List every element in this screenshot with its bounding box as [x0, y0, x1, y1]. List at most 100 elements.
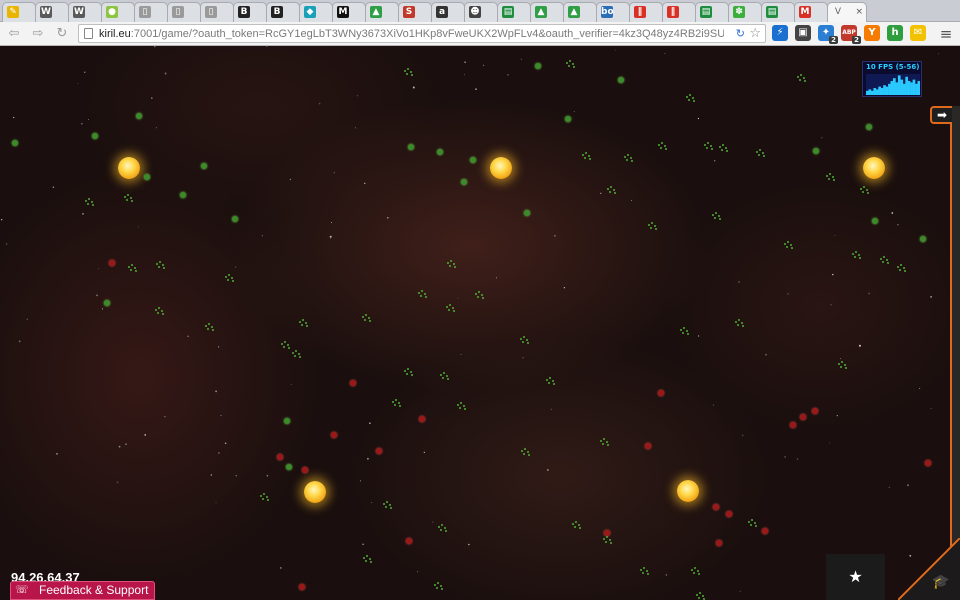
- sun-planet[interactable]: [863, 157, 885, 179]
- forward-icon[interactable]: ⇨: [30, 26, 46, 42]
- enemy-unit[interactable]: [406, 538, 412, 544]
- friendly-unit[interactable]: [136, 113, 142, 119]
- enemy-unit[interactable]: [762, 528, 768, 534]
- enemy-unit[interactable]: [925, 460, 931, 466]
- enemy-unit[interactable]: [812, 408, 818, 414]
- friendly-unit[interactable]: [461, 179, 467, 185]
- fps-bar: [883, 85, 886, 95]
- enemy-unit[interactable]: [302, 467, 308, 473]
- favorite-star-button[interactable]: ★: [826, 554, 885, 600]
- browser-tab[interactable]: ✽: [728, 2, 762, 22]
- bookmark-star-icon[interactable]: ☆: [749, 26, 761, 41]
- friendly-unit[interactable]: [470, 157, 476, 163]
- back-icon[interactable]: ⇦: [6, 26, 22, 42]
- enemy-unit[interactable]: [376, 448, 382, 454]
- feather-icon[interactable]: ⚡: [772, 25, 788, 41]
- friendly-unit[interactable]: [232, 216, 238, 222]
- friendly-unit[interactable]: [284, 418, 290, 424]
- browser-tab[interactable]: ▯: [167, 2, 201, 22]
- enemy-unit[interactable]: [790, 422, 796, 428]
- asteroid: [647, 573, 649, 575]
- h-icon[interactable]: h: [887, 25, 903, 41]
- browser-tab[interactable]: ∥: [662, 2, 696, 22]
- address-bar[interactable]: kiril.eu:7001/game/?oauth_token=RcGY1egL…: [78, 24, 766, 43]
- friendly-unit[interactable]: [104, 300, 110, 306]
- friendly-unit[interactable]: [12, 140, 18, 146]
- enemy-unit[interactable]: [658, 390, 664, 396]
- adblock-icon[interactable]: ABP 2: [841, 25, 861, 44]
- friendly-unit[interactable]: [524, 210, 530, 216]
- browser-tab[interactable]: a: [431, 2, 465, 22]
- enemy-unit[interactable]: [350, 380, 356, 386]
- friendly-unit[interactable]: [535, 63, 541, 69]
- browser-tab[interactable]: B: [233, 2, 267, 22]
- enemy-unit[interactable]: [713, 504, 719, 510]
- friendly-unit[interactable]: [408, 144, 414, 150]
- camera-icon[interactable]: ▣: [795, 25, 811, 41]
- browser-tab[interactable]: ▲: [530, 2, 564, 22]
- sun-planet[interactable]: [677, 480, 699, 502]
- friendly-unit[interactable]: [813, 148, 819, 154]
- enemy-unit[interactable]: [800, 414, 806, 420]
- close-tab-icon[interactable]: ×: [855, 6, 863, 18]
- friendly-unit[interactable]: [201, 163, 207, 169]
- browser-tab[interactable]: ☻: [464, 2, 498, 22]
- enemy-unit[interactable]: [726, 511, 732, 517]
- friendly-unit[interactable]: [866, 124, 872, 130]
- browser-tab[interactable]: ▤: [497, 2, 531, 22]
- enemy-unit[interactable]: [419, 416, 425, 422]
- browser-tab[interactable]: W: [35, 2, 69, 22]
- friendly-unit[interactable]: [92, 133, 98, 139]
- graduation-cap-icon[interactable]: 🎓: [930, 574, 952, 590]
- browser-tab[interactable]: ▲: [365, 2, 399, 22]
- browser-tab[interactable]: ▤: [695, 2, 729, 22]
- browser-tab[interactable]: ●: [101, 2, 135, 22]
- sun-planet[interactable]: [490, 157, 512, 179]
- active-tab[interactable]: V ×: [827, 2, 867, 22]
- browser-tab[interactable]: ▯: [200, 2, 234, 22]
- friendly-unit[interactable]: [180, 192, 186, 198]
- browser-tab[interactable]: B: [266, 2, 300, 22]
- friendly-unit[interactable]: [920, 236, 926, 242]
- browser-tab[interactable]: M: [332, 2, 366, 22]
- friendly-unit[interactable]: [872, 218, 878, 224]
- enemy-unit[interactable]: [277, 454, 283, 460]
- friendly-unit[interactable]: [437, 149, 443, 155]
- browser-tab[interactable]: ▲: [563, 2, 597, 22]
- friendly-unit[interactable]: [565, 116, 571, 122]
- sun-planet[interactable]: [304, 481, 326, 503]
- translate-icon[interactable]: ↻: [736, 27, 745, 41]
- friendly-unit[interactable]: [618, 77, 624, 83]
- browser-tab[interactable]: ▤: [761, 2, 795, 22]
- browser-tab[interactable]: ◆: [299, 2, 333, 22]
- enemy-unit[interactable]: [331, 432, 337, 438]
- asteroid: [756, 151, 758, 153]
- puzzle-icon[interactable]: ✦ 2: [818, 25, 838, 44]
- browser-tab[interactable]: M: [794, 2, 828, 22]
- note-icon[interactable]: ✉: [910, 25, 926, 41]
- browser-tab[interactable]: S: [398, 2, 432, 22]
- feedback-support-button[interactable]: ☏ Feedback & Support: [10, 581, 156, 600]
- reload-icon[interactable]: ↻: [54, 26, 70, 42]
- browser-tab[interactable]: ∥: [629, 2, 663, 22]
- enemy-unit[interactable]: [109, 260, 115, 266]
- asteroid: [88, 198, 90, 200]
- browser-tab[interactable]: ▯: [134, 2, 168, 22]
- game-canvas[interactable]: 10 FPS (5-56) ➡ 🎓 ★ 94.26.64.37 ☏ Feedba…: [0, 46, 960, 600]
- browser-tab[interactable]: bo: [596, 2, 630, 22]
- enemy-unit[interactable]: [645, 443, 651, 449]
- panel-toggle-button[interactable]: ➡: [930, 106, 952, 124]
- friendly-unit[interactable]: [144, 174, 150, 180]
- asteroid: [573, 66, 575, 68]
- browser-tab[interactable]: W: [68, 2, 102, 22]
- friendly-unit[interactable]: [286, 464, 292, 470]
- browser-tab[interactable]: ✎: [2, 2, 36, 22]
- url-text[interactable]: kiril.eu:7001/game/?oauth_token=RcGY1egL…: [99, 27, 724, 41]
- sun-planet[interactable]: [118, 157, 140, 179]
- asteroid: [523, 453, 525, 455]
- menu-icon[interactable]: ≡: [938, 26, 954, 42]
- url-host: kiril.eu: [99, 28, 131, 40]
- enemy-unit[interactable]: [716, 540, 722, 546]
- enemy-unit[interactable]: [299, 584, 305, 590]
- y-icon[interactable]: Y: [864, 25, 880, 41]
